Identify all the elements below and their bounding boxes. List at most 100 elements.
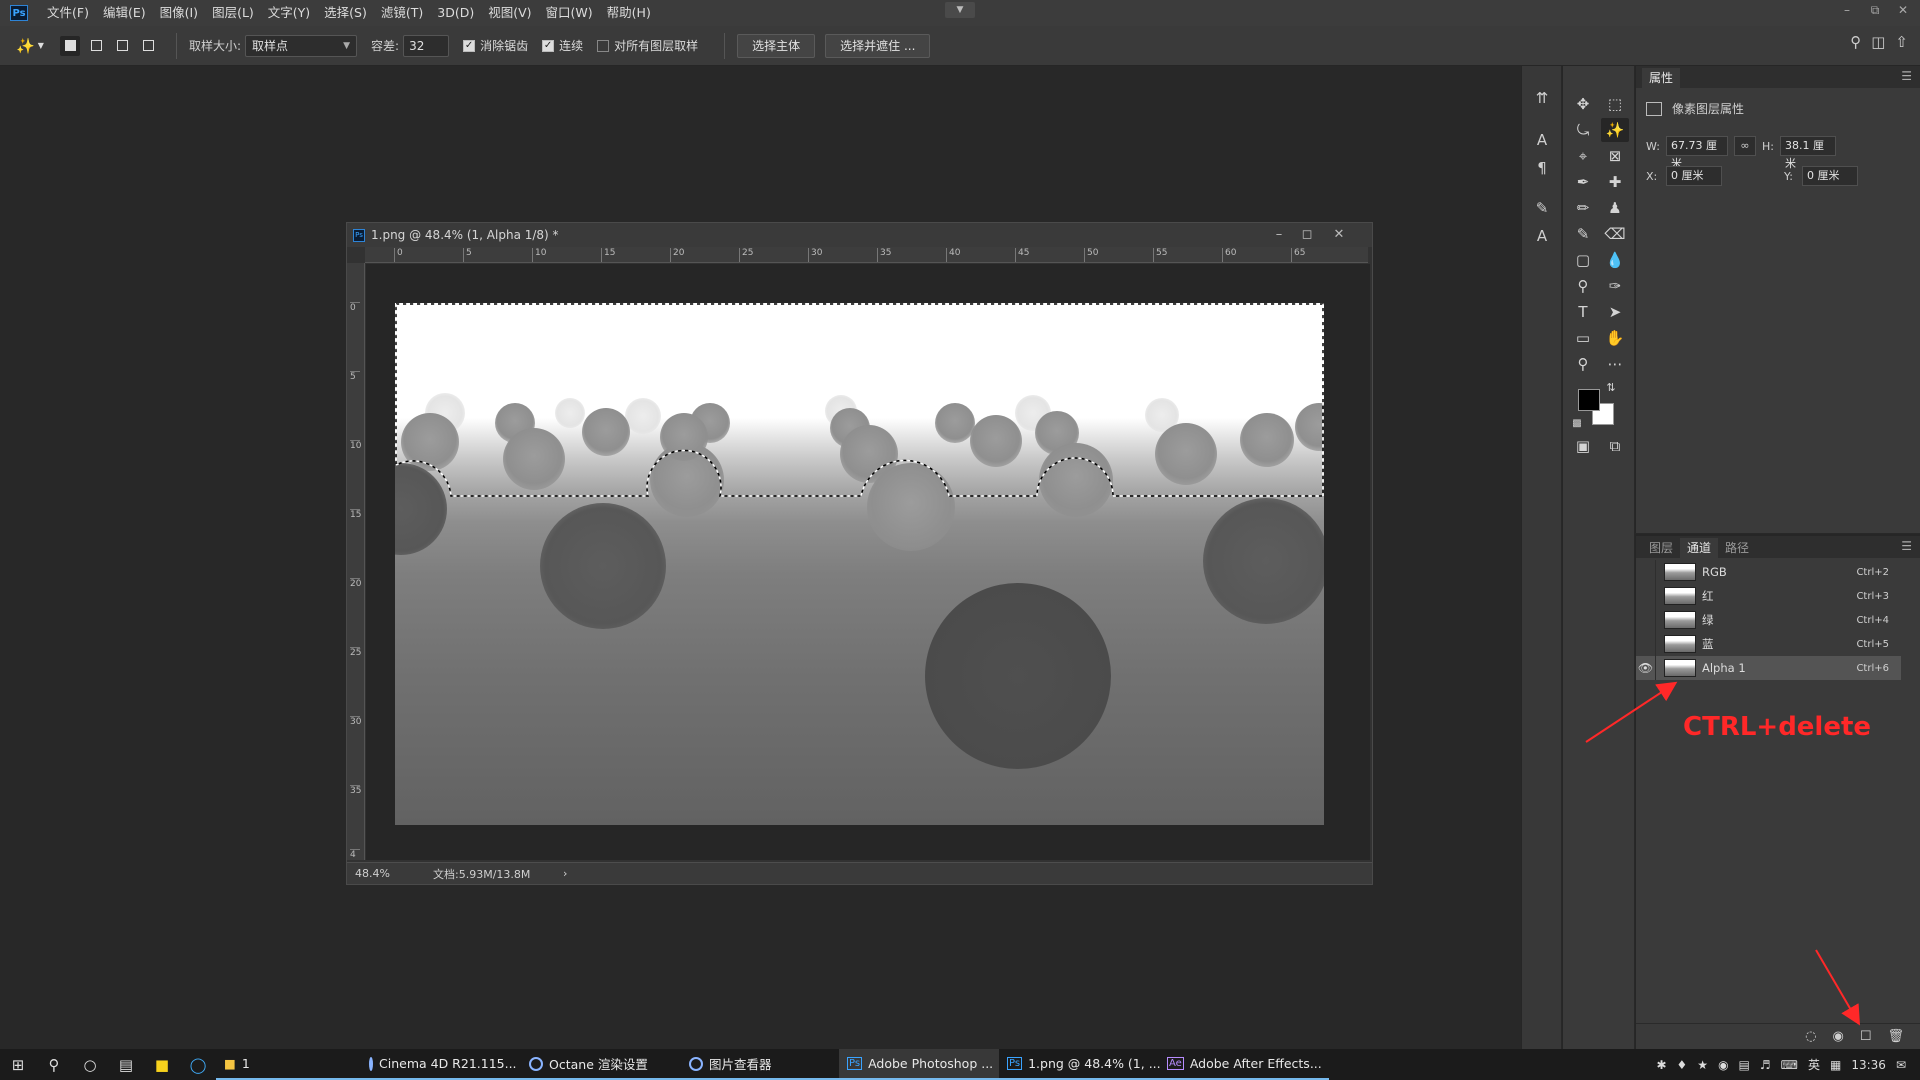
clone-stamp-icon[interactable]: ♟ (1601, 196, 1629, 220)
default-colors-icon[interactable]: ▩ (1567, 412, 1587, 436)
close-icon[interactable]: ✕ (1890, 0, 1916, 22)
width-field[interactable]: 67.73 厘米 (1666, 136, 1728, 170)
healing-brush-icon[interactable]: ✚ (1601, 170, 1629, 194)
tolerance-input[interactable]: 32 (403, 34, 450, 57)
tab-properties[interactable]: 属性 (1642, 68, 1681, 88)
menu-filter[interactable]: 滤镜(T) (374, 0, 430, 26)
select-and-mask-button[interactable]: 选择并遮住 ... (825, 33, 931, 58)
taskbar-app-viewer[interactable]: 图片查看器 (681, 1049, 839, 1080)
tray-app-icon[interactable]: ★ (1697, 1058, 1708, 1072)
visibility-toggle[interactable] (1636, 584, 1656, 608)
move-tool-icon[interactable]: ✥ (1569, 92, 1597, 116)
channel-row-green[interactable]: 绿 Ctrl+4 (1636, 608, 1901, 632)
delete-icon[interactable]: 🗑 (1887, 1029, 1904, 1044)
taskbar-app-folder[interactable]: ■ 1 (216, 1049, 361, 1080)
swap-colors-icon[interactable]: ⇅ (1601, 376, 1621, 400)
visibility-toggle[interactable] (1636, 608, 1656, 632)
chevron-down-icon[interactable]: ▼ (945, 2, 975, 18)
taskbar-app-photoshop-doc[interactable]: Ps 1.png @ 48.4% (1, ... (999, 1049, 1161, 1080)
screen-mode-icon[interactable]: ⧉ (1601, 434, 1629, 458)
tab-paths[interactable]: 路径 (1718, 538, 1756, 558)
windows-start-icon[interactable]: ⊞ (0, 1049, 36, 1080)
link-icon[interactable]: ∞ (1734, 136, 1756, 156)
close-icon[interactable]: ✕ (1326, 223, 1352, 247)
search-icon[interactable]: ⚲ (1850, 33, 1861, 51)
zoom-tool-icon[interactable]: ⚲ (1569, 352, 1597, 376)
zoom-level[interactable]: 48.4% (355, 867, 415, 880)
tray-app-icon[interactable]: ♦ (1677, 1058, 1688, 1072)
edge-icon[interactable]: ◯ (180, 1049, 216, 1080)
tray-app-icon[interactable]: ▦ (1830, 1058, 1841, 1072)
subtract-selection-icon[interactable] (112, 36, 132, 56)
marquee-tool-icon[interactable]: ⬚ (1601, 92, 1629, 116)
quick-mask-icon[interactable]: ▣ (1569, 434, 1597, 458)
menu-select[interactable]: 选择(S) (317, 0, 374, 26)
new-channel-icon[interactable]: ☐ (1860, 1029, 1872, 1044)
canvas-area[interactable] (366, 264, 1370, 860)
task-view-icon[interactable]: ▤ (108, 1049, 144, 1080)
document-titlebar[interactable]: Ps 1.png @ 48.4% (1, Alpha 1/8) * – ◻ ✕ (347, 223, 1372, 247)
workspace-icon[interactable]: ◫ (1871, 33, 1885, 51)
menu-window[interactable]: 窗口(W) (539, 0, 600, 26)
menu-image[interactable]: 图像(I) (153, 0, 205, 26)
frame-tool-icon[interactable]: ⊠ (1601, 144, 1629, 168)
share-icon[interactable]: ⇧ (1895, 33, 1908, 51)
sample-all-layers-checkbox[interactable]: 对所有图层取样 (597, 37, 698, 54)
save-selection-icon[interactable]: ◉ (1832, 1029, 1843, 1044)
contiguous-checkbox[interactable]: ✓ 连续 (542, 37, 583, 54)
network-icon[interactable]: ▤ (1739, 1058, 1750, 1072)
clock[interactable]: 13:36 (1851, 1058, 1886, 1072)
new-selection-icon[interactable] (60, 35, 80, 56)
search-icon[interactable]: ⚲ (36, 1049, 72, 1080)
more-tools-icon[interactable]: ⋯ (1601, 352, 1629, 376)
path-selection-icon[interactable]: ➤ (1601, 300, 1629, 324)
paragraph-style-icon[interactable]: ✎ (1532, 198, 1552, 218)
taskbar-app-aftereffects[interactable]: Ae Adobe After Effects... (1159, 1049, 1329, 1080)
menu-edit[interactable]: 编辑(E) (96, 0, 153, 26)
menu-help[interactable]: 帮助(H) (600, 0, 658, 26)
ruler-horizontal[interactable]: 0 5 10 15 20 25 30 35 40 45 50 55 60 65 (365, 247, 1368, 263)
lasso-tool-icon[interactable]: ⤿ (1569, 118, 1597, 142)
volume-icon[interactable]: ♬ (1760, 1058, 1771, 1072)
foreground-color-swatch[interactable] (1578, 389, 1600, 411)
taskbar-app-octane[interactable]: Octane 渲染设置 (521, 1049, 681, 1080)
crop-tool-icon[interactable]: ⌖ (1569, 144, 1597, 168)
channel-row-alpha[interactable]: 👁 Alpha 1 Ctrl+6 (1636, 656, 1901, 680)
tab-layers[interactable]: 图层 (1642, 538, 1680, 558)
blur-tool-icon[interactable]: 💧 (1601, 248, 1629, 272)
magic-wand-preset-icon[interactable]: ✨ ▼ (16, 32, 60, 60)
history-icon[interactable]: ⇈ (1532, 88, 1552, 108)
tab-channels[interactable]: 通道 (1680, 538, 1719, 558)
bluetooth-icon[interactable]: ✱ (1656, 1058, 1666, 1072)
restore-icon[interactable]: ⧉ (1862, 0, 1888, 22)
magic-wand-tool-icon[interactable]: ✨ (1601, 118, 1629, 142)
ime-indicator[interactable]: 英 (1808, 1056, 1820, 1073)
intersect-selection-icon[interactable] (138, 36, 158, 56)
eyedropper-tool-icon[interactable]: ✒ (1569, 170, 1597, 194)
gradient-tool-icon[interactable]: ▢ (1569, 248, 1597, 272)
notification-icon[interactable]: ✉ (1896, 1058, 1906, 1072)
minimize-icon[interactable]: – (1834, 0, 1860, 22)
character-style-icon[interactable]: A (1532, 226, 1552, 246)
height-field[interactable]: 38.1 厘米 (1780, 136, 1836, 170)
menu-file[interactable]: 文件(F) (40, 0, 96, 26)
y-field[interactable]: 0 厘米 (1802, 166, 1858, 186)
menu-layer[interactable]: 图层(L) (205, 0, 261, 26)
minimize-icon[interactable]: – (1266, 223, 1292, 247)
taskbar-app-photoshop[interactable]: Ps Adobe Photoshop ... (839, 1049, 999, 1080)
history-brush-icon[interactable]: ✎ (1569, 222, 1597, 246)
panel-menu-icon[interactable]: ☰ (1901, 539, 1912, 553)
antialias-checkbox[interactable]: ✓ 消除锯齿 (463, 37, 528, 54)
sample-size-select[interactable]: 取样点 ▼ (245, 34, 358, 57)
type-tool-icon[interactable]: T (1569, 300, 1597, 324)
channel-row-blue[interactable]: 蓝 Ctrl+5 (1636, 632, 1901, 656)
character-icon[interactable]: A (1532, 130, 1552, 150)
image-canvas[interactable] (395, 303, 1324, 825)
sticky-notes-icon[interactable]: ■ (144, 1049, 180, 1080)
channel-row-red[interactable]: 红 Ctrl+3 (1636, 584, 1901, 608)
menu-3d[interactable]: 3D(D) (430, 0, 481, 26)
menu-type[interactable]: 文字(Y) (261, 0, 317, 26)
visibility-toggle[interactable] (1636, 560, 1656, 584)
maximize-icon[interactable]: ◻ (1294, 223, 1320, 247)
eye-icon[interactable]: 👁 (1636, 656, 1656, 680)
